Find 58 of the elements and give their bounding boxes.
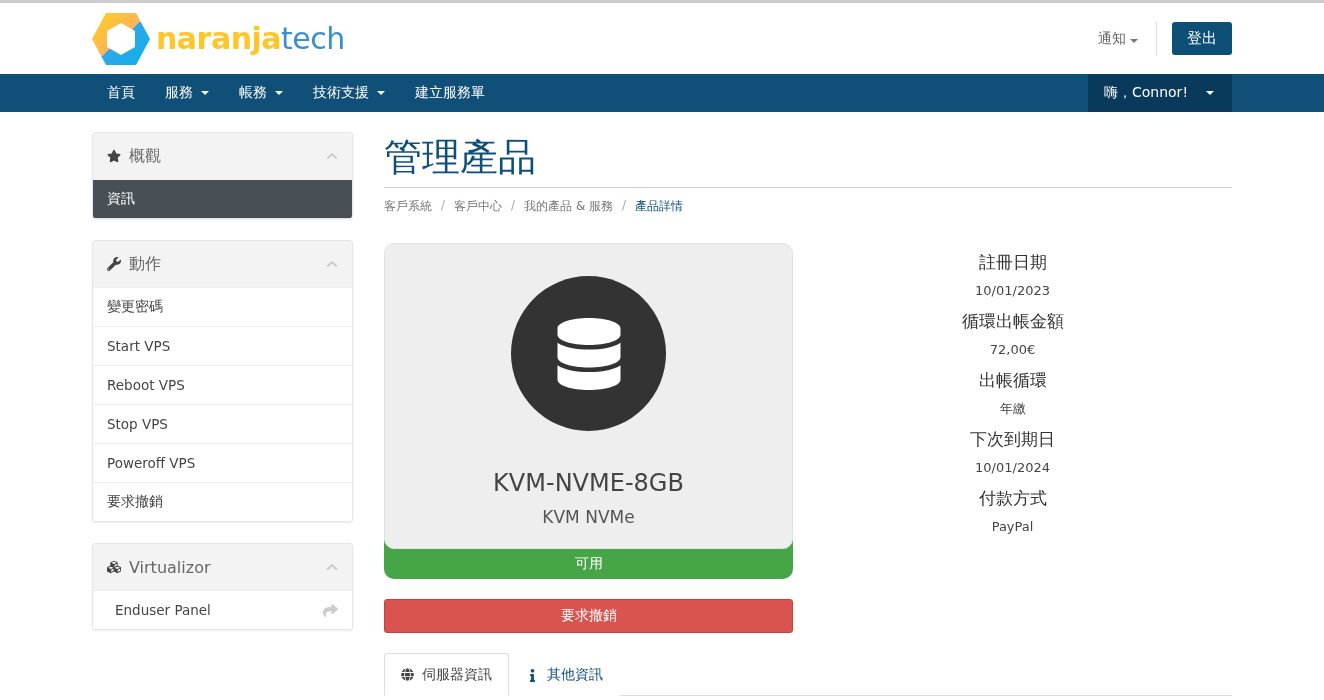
sidebar-item-label: 變更密碼 — [107, 298, 163, 316]
sidebar-item-label: Start VPS — [107, 338, 171, 354]
breadcrumb-separator: / — [511, 198, 516, 214]
sidebar-item-label: Poweroff VPS — [107, 455, 196, 471]
product-name: KVM-NVME-8GB — [493, 469, 684, 497]
star-icon — [107, 149, 121, 163]
breadcrumb-separator: / — [441, 198, 446, 214]
panel-title: Virtualizor — [129, 557, 212, 577]
detail-value: 年繳 — [999, 400, 1026, 418]
wrench-icon — [107, 257, 121, 271]
sidebar-item-label: 資訊 — [107, 190, 135, 208]
chevron-up-icon[interactable] — [326, 258, 338, 270]
sidebar-item[interactable]: 變更密碼 — [93, 287, 352, 326]
chevron-up-icon[interactable] — [326, 150, 338, 162]
page-title: 管理產品 — [384, 132, 1232, 188]
sidebar-item[interactable]: Enduser Panel — [93, 590, 352, 629]
detail-label: 付款方式 — [978, 487, 1047, 510]
sidebar-item[interactable]: Poweroff VPS — [93, 443, 352, 482]
sidebar-item[interactable]: Reboot VPS — [93, 365, 352, 404]
breadcrumb-link[interactable]: 我的產品 & 服務 — [524, 198, 614, 215]
logout-button[interactable]: 登出 — [1172, 22, 1232, 55]
globe-icon — [401, 668, 414, 681]
notifications-dropdown[interactable]: 通知 — [1097, 21, 1157, 56]
nav-item[interactable]: 服務 — [150, 74, 224, 112]
nav-item[interactable]: 建立服務單 — [400, 74, 500, 112]
sidebar-item-label: Stop VPS — [107, 416, 168, 432]
caret-icon — [1206, 91, 1214, 95]
breadcrumb-link[interactable]: 產品詳情 — [635, 198, 684, 215]
detail-value: 72,00€ — [989, 341, 1036, 359]
nav-item[interactable]: 帳務 — [224, 74, 298, 112]
hexagon-logo-icon — [92, 12, 150, 65]
sidebar-item[interactable]: 要求撤銷 — [93, 482, 352, 521]
breadcrumb-link[interactable]: 客戶中心 — [454, 198, 503, 215]
product-group: KVM NVMe — [542, 507, 635, 527]
sidebar-item[interactable]: Start VPS — [93, 326, 352, 365]
breadcrumb-link[interactable]: 客戶系統 — [384, 198, 432, 215]
detail-label: 下次到期日 — [970, 428, 1055, 451]
sidebar-item-label: Enduser Panel — [115, 602, 211, 618]
detail-label: 出帳循環 — [978, 369, 1047, 392]
chevron-up-icon[interactable] — [326, 561, 338, 573]
sidebar-item-label: 要求撤銷 — [107, 493, 163, 511]
nav-item[interactable]: 首頁 — [92, 74, 150, 112]
sidebar-item-label: Reboot VPS — [107, 377, 185, 393]
tab[interactable]: 伺服器資訊 — [384, 653, 509, 696]
user-menu[interactable]: 嗨，Connor! — [1087, 74, 1232, 112]
nav-item[interactable]: 技術支援 — [298, 74, 400, 112]
breadcrumb-separator: / — [622, 198, 627, 214]
panel-title: 動作 — [129, 253, 162, 275]
sidebar-item[interactable]: 資訊 — [93, 179, 352, 218]
detail-value: PayPal — [991, 518, 1034, 536]
sidebar-item[interactable]: Stop VPS — [93, 404, 352, 443]
detail-label: 循環出帳金額 — [961, 310, 1064, 333]
detail-label: 註冊日期 — [978, 251, 1047, 274]
cancel-request-button[interactable]: 要求撤銷 — [384, 599, 793, 633]
cubes-icon — [107, 560, 121, 574]
detail-value: 10/01/2024 — [975, 459, 1050, 477]
detail-value: 10/01/2023 — [975, 282, 1050, 300]
panel-title: 概觀 — [129, 145, 162, 167]
